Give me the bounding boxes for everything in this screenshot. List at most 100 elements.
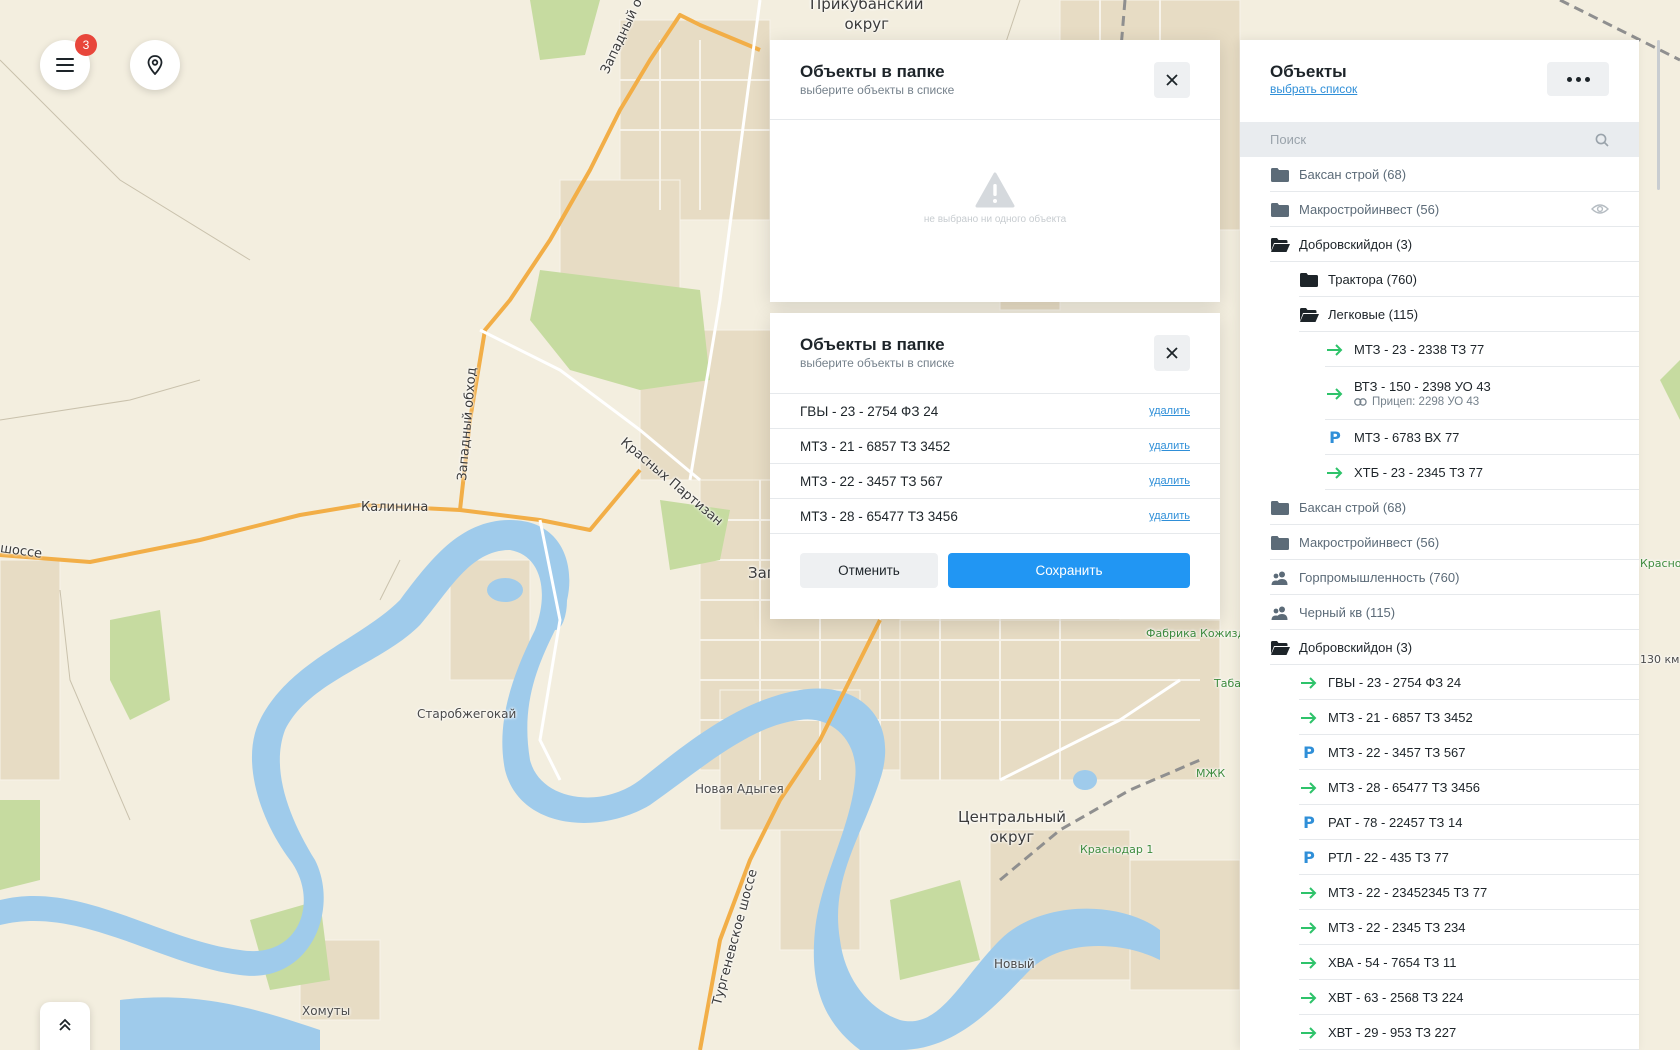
tree-object-row[interactable]: ВТЗ - 150 - 2398 УО 43 Прицеп: 2298 УО 43 [1240,367,1639,420]
tree-object-row[interactable]: МТЗ - 28 - 65477 ТЗ 3456 [1240,770,1639,805]
double-chevron-up-icon [59,1018,71,1031]
close-button[interactable] [1154,62,1190,98]
more-dot-icon [1575,76,1581,82]
dialog-subtitle: выберите объекты в списке [800,356,955,370]
remove-object-link[interactable]: удалить [1149,405,1190,417]
selected-object-name: ГВЫ - 23 - 2754 ФЗ 24 [800,403,939,419]
map-label-krasnodar1: Краснодар 1 [1080,843,1154,856]
tree-object-row[interactable]: P МТЗ - 6783 ВХ 77 [1240,420,1639,455]
tree-object-row[interactable]: ХВА - 54 - 7654 ТЗ 11 [1240,945,1639,980]
moving-arrow-icon [1325,463,1345,483]
tree-row-label: Трактора (760) [1328,272,1417,287]
tree-row-label: Легковые (115) [1328,307,1419,322]
panel-scrollbar[interactable] [1657,40,1660,190]
warning-icon [975,172,1015,208]
tree-object-row[interactable]: ХВТ - 63 - 2568 ТЗ 224 [1240,980,1639,1015]
tree-object-row[interactable]: ГВЫ - 23 - 2754 ФЗ 24 [1240,665,1639,700]
dialog-title: Объекты в папке [800,62,945,81]
tree-object-row[interactable]: МТЗ - 22 - 23452345 ТЗ 77 [1240,875,1639,910]
tree-row-label: МТЗ - 23 - 2338 ТЗ 77 [1354,342,1485,357]
map-label-taba: Таба [1214,677,1241,690]
tree-object-row[interactable]: ХВТ - 29 - 953 ТЗ 227 [1240,1015,1639,1050]
tree-folder-row[interactable]: Трактора (760) [1240,262,1639,297]
selected-object-row: ГВЫ - 23 - 2754 ФЗ 24 удалить [770,394,1220,429]
tree-folder-row[interactable]: Добровскийдон (3) [1240,630,1639,665]
map-label-starobzhegokay: Старобжегокай [417,707,517,721]
dialog-title: Объекты в папке [800,335,945,354]
tree-object-row[interactable]: ХТБ - 23 - 2345 ТЗ 77 [1240,455,1639,490]
map-label-fabrika: Фабрика Кожизд [1146,627,1246,640]
hamburger-icon [56,58,74,72]
dialog-subtitle: выберите объекты в списке [800,83,955,97]
tree-row-label: МТЗ - 6783 ВХ 77 [1354,430,1460,445]
selected-object-row: МТЗ - 21 - 6857 ТЗ 3452 удалить [770,429,1220,464]
moving-arrow-icon [1299,673,1319,693]
dialog-header: Объекты в папке выберите объекты в списк… [770,40,1220,120]
selected-object-name: МТЗ - 28 - 65477 ТЗ 3456 [800,508,958,524]
folder-icon [1299,270,1319,290]
search-icon[interactable] [1595,133,1609,147]
parking-icon: P [1303,813,1315,832]
remove-object-link[interactable]: удалить [1149,510,1190,522]
close-icon [1166,347,1178,359]
tree-object-row[interactable]: МТЗ - 23 - 2338 ТЗ 77 [1240,332,1639,367]
tree-object-row[interactable]: МТЗ - 22 - 2345 ТЗ 234 [1240,910,1639,945]
tree-folder-row[interactable]: Макростройинвест (56) [1240,525,1639,560]
tree-row-label: МТЗ - 22 - 23452345 ТЗ 77 [1328,885,1488,900]
tree-row-label: РАТ - 78 - 22457 ТЗ 14 [1328,815,1463,830]
link-icon [1354,398,1367,406]
folder-open-icon [1299,305,1319,325]
tree-folder-row[interactable]: Легковые (115) [1240,297,1639,332]
map-label-novaya-adygeya: Новая Адыгея [695,782,784,796]
map-label-mzhk: МЖК [1196,767,1226,780]
tree-row-label: Баксан строй (68) [1299,500,1407,515]
folder-icon [1270,165,1290,185]
search-bar [1240,122,1639,157]
map-label-krasnod-cut: Краснод [1640,557,1680,570]
tree-folder-row[interactable]: Баксан строй (68) [1240,490,1639,525]
selected-object-name: МТЗ - 21 - 6857 ТЗ 3452 [800,438,951,454]
menu-button[interactable]: 3 [40,34,97,90]
folder-objects-dialog: Объекты в папке выберите объекты в списк… [770,313,1220,619]
moving-arrow-icon [1299,988,1319,1008]
selected-object-row: МТЗ - 28 - 65477 ТЗ 3456 удалить [770,499,1220,534]
close-icon [1166,74,1178,86]
tree-group-row[interactable]: Черный кв (115) [1240,595,1639,630]
tree-object-row[interactable]: МТЗ - 21 - 6857 ТЗ 3452 [1240,700,1639,735]
tree-folder-row[interactable]: Макростройинвест (56) [1240,192,1639,227]
remove-object-link[interactable]: удалить [1149,440,1190,452]
selected-object-name: МТЗ - 22 - 3457 ТЗ 567 [800,473,943,489]
cancel-button[interactable]: Отменить [800,553,938,588]
save-button[interactable]: Сохранить [948,553,1190,588]
parking-icon: P [1329,428,1341,447]
panel-header: Объекты выбрать список [1240,40,1639,122]
expand-up-button[interactable] [40,1002,90,1050]
more-button[interactable] [1547,62,1609,96]
trailer-info: Прицеп: 2298 УО 43 [1354,396,1491,408]
users-icon [1270,568,1290,588]
location-button[interactable] [130,40,180,90]
tree-row-label: ХТБ - 23 - 2345 ТЗ 77 [1354,465,1483,480]
eye-icon[interactable] [1591,202,1609,220]
tree-row-label: МТЗ - 21 - 6857 ТЗ 3452 [1328,710,1473,725]
tree-folder-row[interactable]: Баксан строй (68) [1240,157,1639,192]
remove-object-link[interactable]: удалить [1149,475,1190,487]
tree-row-label: ХВТ - 29 - 953 ТЗ 227 [1328,1025,1457,1040]
tree-object-row[interactable]: P РАТ - 78 - 22457 ТЗ 14 [1240,805,1639,840]
tree-row-label: Добровскийдон (3) [1299,237,1413,252]
moving-arrow-icon [1299,778,1319,798]
tree-group-row[interactable]: Горпромышленность (760) [1240,560,1639,595]
tree-row-label: МТЗ - 22 - 3457 ТЗ 567 [1328,745,1466,760]
tree-row-label: ВТЗ - 150 - 2398 УО 43 [1354,379,1491,394]
folder-objects-dialog-empty: Объекты в папке выберите объекты в списк… [770,40,1220,302]
map-label-okrug-top: Прикубанский округ [810,0,924,33]
tree-object-row[interactable]: P РТЛ - 22 - 435 ТЗ 77 [1240,840,1639,875]
search-input[interactable] [1270,132,1570,147]
close-button[interactable] [1154,335,1190,371]
dialog-actions: Отменить Сохранить [770,534,1220,619]
tree-folder-row[interactable]: Добровскийдон (3) [1240,227,1639,262]
folder-icon [1270,200,1290,220]
tree-row-label: ХВА - 54 - 7654 ТЗ 11 [1328,955,1457,970]
tree-row-label: Макростройинвест (56) [1299,535,1440,550]
tree-object-row[interactable]: P МТЗ - 22 - 3457 ТЗ 567 [1240,735,1639,770]
